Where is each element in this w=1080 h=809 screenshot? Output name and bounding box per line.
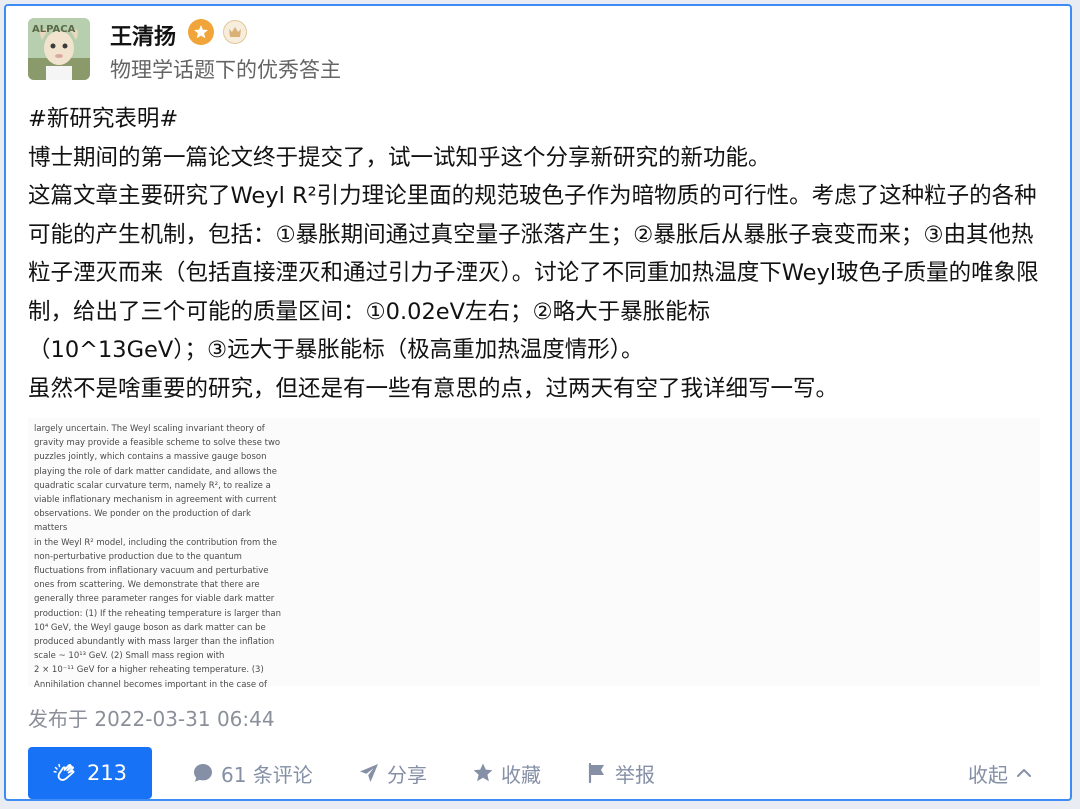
- publish-time[interactable]: 发布于 2022-03-31 06:44: [28, 703, 275, 732]
- share-button[interactable]: 分享: [358, 758, 427, 788]
- content-paragraph: 虽然不是啥重要的研究，但还是有一些有意思的点，过两天有空了我详细写一写。: [28, 375, 839, 402]
- content-paragraph: 博士期间的第一篇论文终于提交了，试一试知乎这个分享新研究的新功能。: [28, 144, 771, 171]
- paper-abstract-text: largely uncertain. The Weyl scaling inva…: [34, 422, 284, 692]
- paper-line: quadratic scalar curvature term, namely …: [34, 480, 271, 491]
- paper-line: generally three parameter ranges for via…: [34, 594, 275, 605]
- like-count: 213: [86, 761, 128, 785]
- author-name[interactable]: 王清扬: [110, 19, 176, 51]
- report-label: 举报: [615, 762, 655, 787]
- paper-line: Annihilation channel becomes important i…: [34, 679, 267, 690]
- paper-line: largely uncertain. The Weyl scaling inva…: [34, 424, 265, 434]
- collapse-button[interactable]: 收起: [968, 758, 1033, 788]
- paper-line: viable inflationary mechanism in agreeme…: [34, 495, 277, 506]
- clap-icon: [53, 763, 75, 781]
- content-paragraph: 这篇文章主要研究了Weyl R²引力理论里面的规范玻色子作为暗物质的可行性。考虑…: [28, 183, 1039, 363]
- collect-label: 收藏: [501, 762, 541, 787]
- avatar[interactable]: ALPACA: [28, 18, 90, 80]
- paper-line: fluctuations from inflationary vacuum an…: [34, 566, 269, 577]
- comments-button[interactable]: 61 条评论: [192, 758, 313, 788]
- collect-button[interactable]: 收藏: [472, 758, 541, 788]
- comments-label: 61 条评论: [221, 762, 313, 787]
- share-icon: [360, 764, 378, 782]
- flag-icon: [588, 762, 604, 784]
- share-label: 分享: [387, 762, 427, 787]
- paper-line: in the Weyl R² model, including the cont…: [34, 537, 277, 548]
- collapse-label: 收起: [968, 762, 1008, 787]
- paper-line: produced abundantly with mass larger tha…: [34, 637, 275, 648]
- answer-content: #新研究表明# 博士期间的第一篇论文终于提交了，试一试知乎这个分享新研究的新功能…: [28, 100, 1052, 408]
- svg-text:ALPACA: ALPACA: [32, 24, 76, 35]
- author-headline: 物理学话题下的优秀答主: [110, 58, 341, 82]
- paper-line: 10⁴ GeV, the Weyl gauge boson as dark ma…: [34, 622, 266, 633]
- paper-line: gravity may provide a feasible scheme to…: [34, 438, 281, 449]
- answer-card: ALPACA 王清扬 物理学话题下的优秀答主 #新研究表明# 博士期间的第一篇论…: [4, 4, 1072, 801]
- paper-line: 2 × 10⁻¹¹ GeV for a higher reheating tem…: [34, 665, 264, 676]
- star-icon: [473, 763, 493, 782]
- like-button[interactable]: 213: [28, 747, 152, 799]
- comment-icon: [194, 764, 212, 782]
- paper-line: scale ~ 10¹³ GeV. (2) Small mass region …: [34, 651, 225, 662]
- topic-tag[interactable]: #新研究表明#: [28, 100, 1052, 139]
- excellent-answerer-badge-icon[interactable]: [188, 19, 214, 45]
- paper-line: puzzles jointly, which contains a massiv…: [34, 452, 267, 463]
- paper-line: ones from scattering. We demonstrate tha…: [34, 580, 260, 591]
- paper-line: playing the role of dark matter candidat…: [34, 466, 277, 477]
- paper-line: non-perturbative production due to the q…: [34, 551, 242, 562]
- paper-line: production: (1) If the reheating tempera…: [34, 608, 282, 619]
- chevron-up-icon: [1017, 769, 1031, 777]
- crown-badge-icon[interactable]: [223, 20, 247, 44]
- report-button[interactable]: 举报: [586, 758, 655, 788]
- paper-abstract-image[interactable]: largely uncertain. The Weyl scaling inva…: [28, 418, 1040, 690]
- paper-line: observations. We ponder on the productio…: [34, 509, 251, 534]
